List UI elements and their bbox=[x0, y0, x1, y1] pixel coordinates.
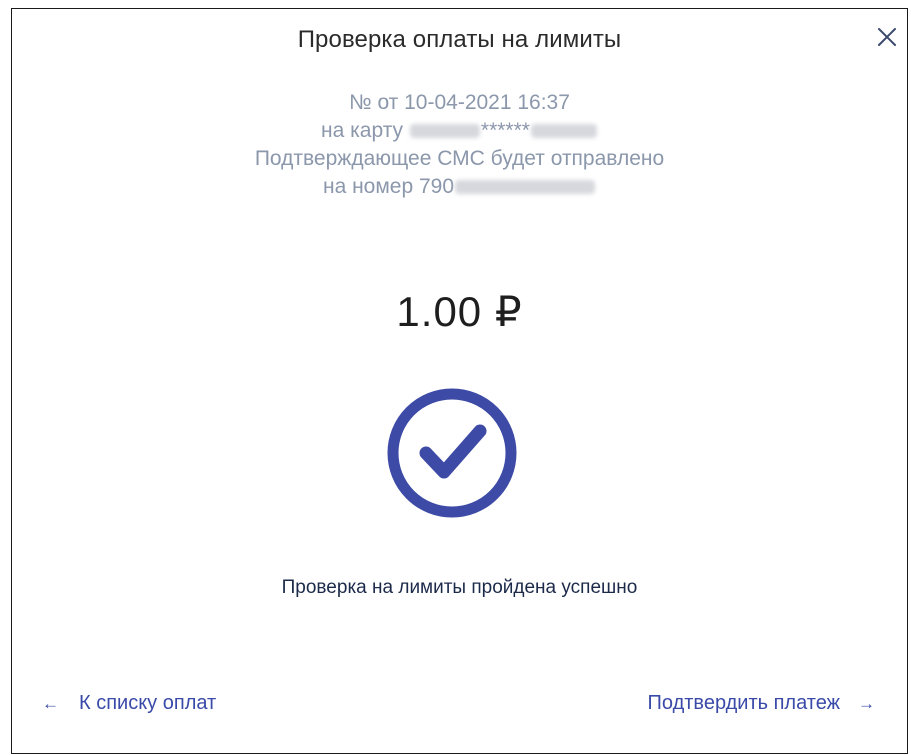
phone-prefix: на номер 790 bbox=[322, 175, 455, 198]
phone-number-redacted bbox=[455, 180, 596, 195]
close-icon[interactable] bbox=[873, 23, 901, 51]
back-to-payments-link[interactable]: ← К списку оплат bbox=[42, 692, 216, 715]
status-message: Проверка на лимиты пройдена успешно bbox=[281, 577, 638, 598]
phone-line: на номер 790 bbox=[12, 173, 907, 201]
payment-info: № от 10-04-2021 16:37 на карту ****** По… bbox=[12, 89, 907, 201]
payment-amount: 1.00 ₽ bbox=[396, 288, 523, 335]
check-circle-icon bbox=[386, 387, 518, 519]
card-number-redacted-end bbox=[530, 124, 597, 139]
arrow-right-icon: → bbox=[858, 694, 875, 713]
card-number-redacted-start bbox=[409, 124, 480, 139]
dialog-title: Проверка оплаты на лимиты bbox=[297, 26, 622, 53]
card-line: на карту ****** bbox=[12, 117, 907, 145]
payment-check-dialog: Проверка оплаты на лимиты № от 10-04-202… bbox=[11, 8, 908, 754]
card-prefix: на карту bbox=[321, 119, 404, 142]
back-link-label: К списку оплат bbox=[79, 692, 217, 714]
confirm-link-label: Подтвердить платеж bbox=[647, 692, 840, 714]
order-line: № от 10-04-2021 16:37 bbox=[349, 91, 570, 114]
confirm-payment-link[interactable]: Подтвердить платеж → bbox=[648, 692, 875, 715]
card-mask: ****** bbox=[480, 119, 530, 142]
arrow-left-icon: ← bbox=[42, 694, 59, 713]
sms-line: Подтверждающее СМС будет отправлено bbox=[254, 147, 665, 170]
